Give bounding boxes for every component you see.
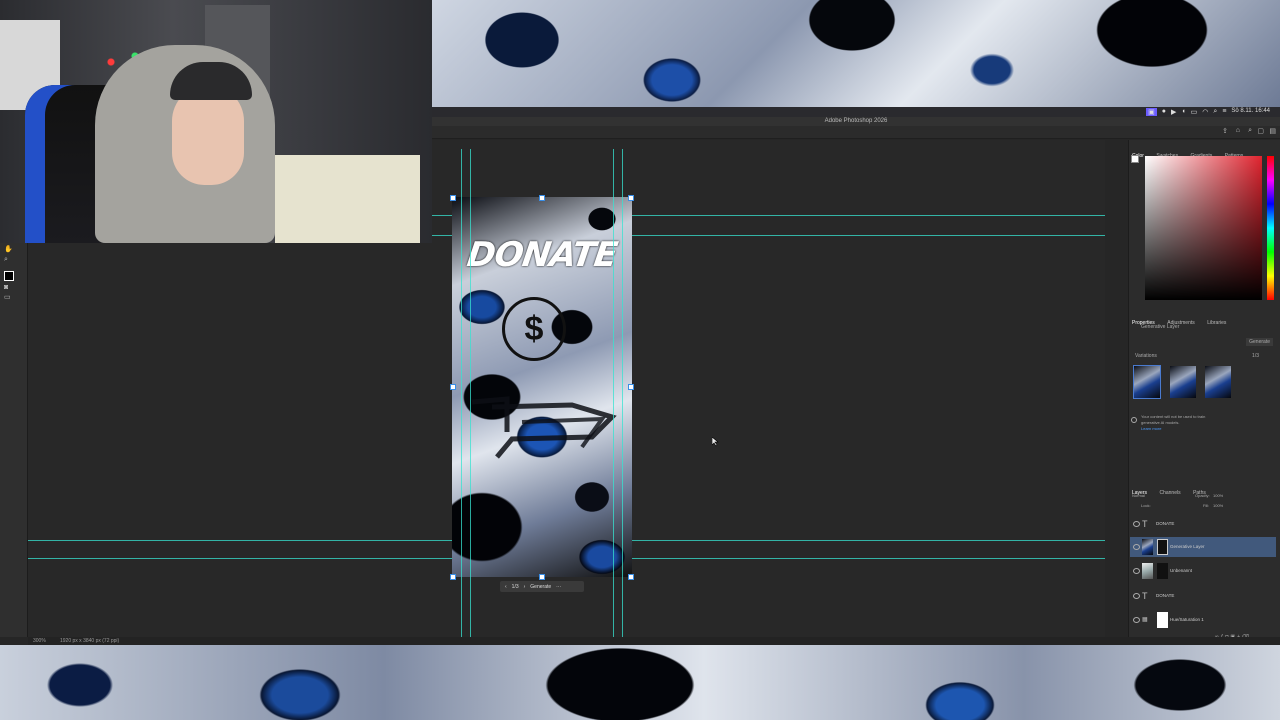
guide-vertical[interactable]: [613, 149, 614, 637]
layer-mask-thumbnail: [1157, 539, 1168, 555]
webcam-face: [172, 85, 244, 185]
quick-mask-icon[interactable]: ◙: [4, 284, 13, 291]
dollar-coin-icon[interactable]: $: [502, 297, 566, 361]
text-layer-icon: T: [1142, 591, 1148, 601]
layer-row-text[interactable]: T DONATE: [1130, 586, 1276, 606]
webcam-blanket: [275, 155, 420, 243]
next-variation-icon[interactable]: ›: [524, 584, 526, 590]
blend-mode-select[interactable]: Normal: [1132, 493, 1145, 498]
play-icon[interactable]: ▶: [1171, 108, 1176, 116]
training-notice: Your content will not be used to train g…: [1141, 414, 1206, 425]
variations-count: 1/3: [1252, 353, 1259, 359]
tab-libraries[interactable]: Libraries: [1207, 320, 1226, 326]
layer-name[interactable]: DONATE: [1156, 521, 1174, 526]
layer-row-adjustment[interactable]: ▦ Hue/Saturation 1: [1130, 610, 1276, 630]
layer-row-text[interactable]: T DONATE: [1130, 514, 1276, 534]
info-icon: [1131, 417, 1137, 423]
lock-label: Lock:: [1141, 503, 1151, 508]
paypal-logo-shape[interactable]: [452, 377, 632, 467]
fill-label: Fill:: [1203, 503, 1210, 508]
layer-mask-thumbnail: [1157, 612, 1168, 628]
search-icon[interactable]: ⌕: [1248, 127, 1252, 135]
variation-thumbnail[interactable]: [1205, 366, 1231, 398]
layer-name[interactable]: Generative Layer: [1170, 544, 1205, 549]
record-icon[interactable]: ●: [1162, 108, 1166, 116]
wifi-icon[interactable]: ◠: [1202, 108, 1208, 116]
guide-vertical[interactable]: [461, 149, 462, 637]
opacity-input[interactable]: 100%: [1213, 493, 1223, 498]
foreground-color-swatch[interactable]: [1131, 155, 1139, 163]
home-icon[interactable]: ⌂: [1236, 127, 1240, 134]
options-bar: ⇪ ⌂ ⌕ ▢ ▤: [432, 126, 1280, 139]
layer-row-generative[interactable]: Generative Layer: [1130, 537, 1276, 557]
layer-thumbnail: [1142, 563, 1153, 579]
macos-menubar: ▣ ● ▶ ◖ ▭ ◠ ⌕ ≡ Sö 8.11. 16:44: [432, 107, 1280, 117]
layer-row-image[interactable]: Unbenannt: [1130, 561, 1276, 581]
zoom-level[interactable]: 300%: [33, 638, 46, 644]
tab-channels[interactable]: Channels: [1159, 490, 1180, 496]
transform-handle[interactable]: [539, 574, 545, 580]
variation-thumbnail[interactable]: [1133, 365, 1161, 399]
visibility-eye-icon[interactable]: [1133, 617, 1140, 623]
variation-counter: 1/3: [511, 583, 519, 590]
transform-handle[interactable]: [450, 195, 456, 201]
layer-type-label: Generative Layer: [1141, 324, 1180, 330]
desktop-wallpaper-bottom: [0, 645, 1280, 720]
volume-icon[interactable]: ◖: [1181, 108, 1185, 116]
transform-handle[interactable]: [450, 384, 456, 390]
webcam-overlay: [0, 0, 432, 243]
document-info[interactable]: 1920 px x 3840 px (72 ppi): [60, 638, 119, 644]
visibility-eye-icon[interactable]: [1133, 593, 1140, 599]
opacity-label: Opacity:: [1195, 493, 1210, 498]
tools-panel: ✋ ⌕ ◙ ▭: [0, 243, 28, 637]
text-layer-icon: T: [1142, 519, 1148, 529]
donate-graffiti-text[interactable]: DONATE: [452, 235, 632, 275]
properties-generate-button[interactable]: Generate: [1246, 338, 1273, 346]
battery-icon[interactable]: ▭: [1191, 108, 1198, 116]
window-title: Adobe Photoshop 2026: [432, 117, 1280, 126]
layer-name[interactable]: DONATE: [1156, 593, 1174, 598]
search-icon[interactable]: ⌕: [1213, 108, 1217, 116]
contextual-taskbar: ‹ 1/3 › Generate ···: [500, 581, 584, 592]
stream-icon[interactable]: ▣: [1146, 108, 1157, 116]
workspace-icon[interactable]: ▢: [1257, 127, 1264, 135]
variation-thumbnail[interactable]: [1170, 366, 1196, 398]
transform-handle[interactable]: [450, 574, 456, 580]
learn-more-link[interactable]: Learn more: [1141, 426, 1161, 431]
guide-vertical[interactable]: [622, 149, 623, 637]
layer-name[interactable]: Unbenannt: [1170, 568, 1192, 573]
share-icon[interactable]: ⇪: [1222, 127, 1228, 135]
status-bar: 300% 1920 px x 3840 px (72 ppi): [28, 637, 1280, 645]
hand-tool-icon[interactable]: ✋: [4, 246, 13, 253]
layer-name[interactable]: Hue/Saturation 1: [1170, 617, 1204, 622]
transform-handle[interactable]: [539, 195, 545, 201]
transform-handle[interactable]: [628, 195, 634, 201]
layer-mask-thumbnail: [1157, 563, 1168, 579]
fill-input[interactable]: 100%: [1213, 503, 1223, 508]
prev-variation-icon[interactable]: ‹: [505, 584, 507, 590]
artboard-donate-panel[interactable]: DONATE $: [452, 197, 632, 577]
variations-label: Variations: [1135, 353, 1157, 359]
screen-mode-icon[interactable]: ▭: [4, 294, 13, 301]
color-picker-field[interactable]: [1145, 156, 1262, 300]
generate-button[interactable]: Generate: [530, 584, 551, 590]
more-options-button[interactable]: ···: [556, 584, 561, 590]
hue-slider[interactable]: [1267, 156, 1274, 300]
zoom-tool-icon[interactable]: ⌕: [4, 256, 13, 263]
transform-handle[interactable]: [628, 574, 634, 580]
mouse-cursor-icon: [712, 437, 719, 447]
desktop-wallpaper-top: [432, 0, 1280, 108]
transform-handle[interactable]: [628, 384, 634, 390]
visibility-eye-icon[interactable]: [1133, 521, 1140, 527]
control-center-icon[interactable]: ≡: [1222, 108, 1226, 116]
swatch-icon[interactable]: [4, 271, 14, 281]
layer-thumbnail: [1142, 539, 1153, 555]
visibility-eye-icon[interactable]: [1133, 544, 1140, 550]
guide-vertical[interactable]: [470, 149, 471, 637]
panels-icon[interactable]: ▤: [1269, 127, 1276, 135]
visibility-eye-icon[interactable]: [1133, 568, 1140, 574]
adjustment-layer-icon: ▦: [1142, 617, 1148, 623]
menubar-clock[interactable]: Sö 8.11. 16:44: [1231, 108, 1270, 116]
